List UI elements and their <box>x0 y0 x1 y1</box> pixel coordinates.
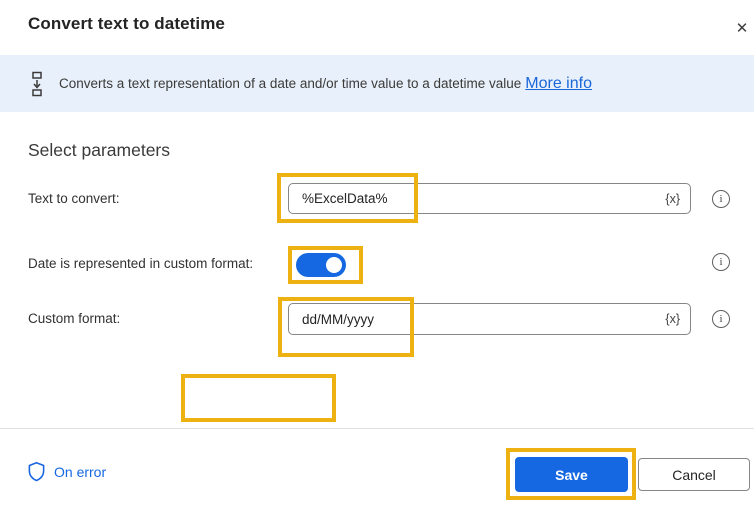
custom-format-toggle[interactable] <box>296 253 346 277</box>
custom-format-toggle-label: Date is represented in custom format: <box>28 256 254 271</box>
info-icon[interactable]: i <box>712 310 730 328</box>
text-to-convert-label: Text to convert: <box>28 191 120 206</box>
description-banner: Converts a text representation of a date… <box>0 55 754 112</box>
variable-picker-icon[interactable]: {x} <box>659 312 680 326</box>
variable-picker-icon[interactable]: {x} <box>659 192 680 206</box>
custom-format-input[interactable]: dd/MM/yyyy {x} <box>288 303 691 335</box>
toggle-knob <box>326 257 342 273</box>
action-icon <box>29 71 45 97</box>
info-icon[interactable]: i <box>712 253 730 271</box>
save-button[interactable]: Save <box>515 457 628 492</box>
footer-divider <box>0 428 754 429</box>
dialog-title: Convert text to datetime <box>28 14 225 33</box>
banner-description: Converts a text representation of a date… <box>59 76 522 91</box>
text-to-convert-input[interactable]: %ExcelData% {x} <box>288 183 691 214</box>
on-error-label: On error <box>54 463 107 480</box>
shield-icon <box>28 461 45 482</box>
variables-produced-row: Variables produced TextAsDateTime <box>0 374 754 422</box>
select-parameters-heading: Select parameters <box>28 140 171 160</box>
convert-text-to-datetime-dialog: Convert text to datetime ✕ Converts a te… <box>0 0 754 510</box>
text-to-convert-value: %ExcelData% <box>302 191 388 206</box>
custom-format-label: Custom format: <box>28 311 121 326</box>
info-icon[interactable]: i <box>712 190 730 208</box>
more-info-link[interactable]: More info <box>525 75 592 93</box>
custom-format-value: dd/MM/yyyy <box>302 311 375 327</box>
on-error-button[interactable]: On error <box>27 461 106 482</box>
cancel-button[interactable]: Cancel <box>638 458 750 491</box>
close-icon[interactable]: ✕ <box>730 16 754 40</box>
